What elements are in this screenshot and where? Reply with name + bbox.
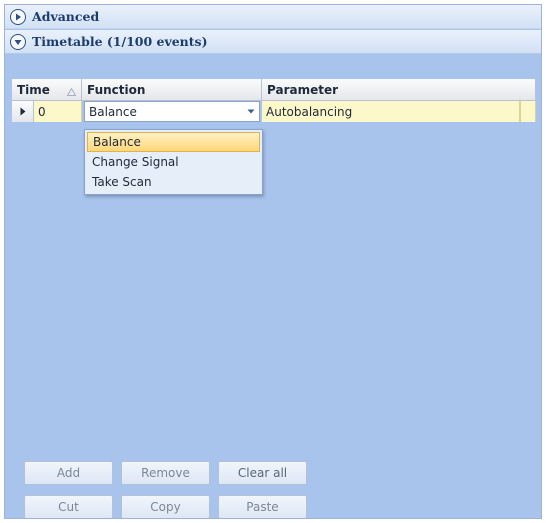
clear-all-button[interactable]: Clear all bbox=[218, 461, 307, 485]
timetable-section-title: Timetable (1/100 events) bbox=[32, 34, 208, 49]
timetable-panel: Advanced Timetable (1/100 events) Time F… bbox=[4, 4, 542, 519]
function-dropdown-list: Balance Change Signal Take Scan bbox=[84, 129, 263, 195]
function-combo-value: Balance bbox=[89, 104, 137, 119]
sort-ascending-icon bbox=[66, 85, 77, 99]
add-button[interactable]: Add bbox=[24, 461, 113, 485]
row-selector[interactable] bbox=[12, 101, 34, 122]
expand-circle-right-icon[interactable] bbox=[10, 8, 26, 25]
cut-button[interactable]: Cut bbox=[24, 495, 113, 518]
advanced-section-title: Advanced bbox=[32, 9, 100, 24]
copy-button[interactable]: Copy bbox=[121, 495, 210, 518]
paste-button[interactable]: Paste bbox=[218, 495, 307, 518]
collapse-circle-down-icon[interactable] bbox=[10, 33, 26, 50]
cell-parameter[interactable]: Autobalancing bbox=[262, 101, 520, 122]
column-header-parameter[interactable]: Parameter bbox=[262, 79, 536, 101]
dropdown-option-take-scan[interactable]: Take Scan bbox=[87, 172, 260, 192]
advanced-section-header[interactable]: Advanced bbox=[5, 5, 541, 29]
column-header-function[interactable]: Function bbox=[82, 79, 262, 101]
table-row[interactable]: 0 Balance Autobalancing bbox=[12, 101, 536, 122]
dropdown-option-balance[interactable]: Balance bbox=[87, 132, 260, 152]
remove-button[interactable]: Remove bbox=[121, 461, 210, 485]
column-header-parameter-label: Parameter bbox=[267, 82, 339, 97]
column-header-function-label: Function bbox=[87, 82, 146, 97]
cell-time[interactable]: 0 bbox=[34, 101, 82, 122]
column-header-time[interactable]: Time bbox=[12, 79, 82, 101]
triangle-right-icon bbox=[20, 105, 26, 119]
chevron-down-icon[interactable] bbox=[242, 102, 260, 121]
column-header-time-label: Time bbox=[17, 82, 50, 97]
cell-row-end bbox=[520, 101, 536, 122]
function-combo-box[interactable]: Balance bbox=[84, 101, 260, 122]
dropdown-option-change-signal[interactable]: Change Signal bbox=[87, 152, 260, 172]
timetable-section-header[interactable]: Timetable (1/100 events) bbox=[5, 30, 541, 54]
